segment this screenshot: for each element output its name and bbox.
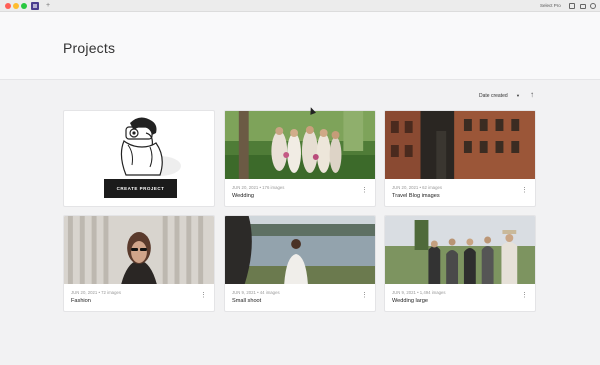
project-card-travel-blog[interactable]: JUN 20, 2021 • 62 images Travel Blog ima… [384, 110, 536, 207]
project-meta: JUN 20, 2021 • 72 images [71, 290, 121, 295]
more-options-icon[interactable]: ⋮ [521, 187, 528, 194]
more-options-icon[interactable]: ⋮ [200, 292, 207, 299]
project-meta: JUN 20, 2021 • 62 images [392, 185, 442, 190]
sort-dropdown[interactable]: Date created [479, 93, 508, 99]
zoom-window-button[interactable] [21, 3, 27, 9]
project-thumbnail [385, 216, 535, 284]
more-options-icon[interactable]: ⋮ [361, 292, 368, 299]
project-thumbnail [225, 216, 375, 284]
chevron-down-icon[interactable]: ▼ [516, 93, 520, 98]
close-window-button[interactable] [5, 3, 11, 9]
view-icon[interactable] [580, 4, 586, 9]
project-meta: JUN 20, 2021 • 176 images [232, 185, 285, 190]
project-name[interactable]: Travel Blog images [392, 193, 440, 199]
select-pro-button[interactable]: Select Pro [540, 0, 561, 12]
project-card-small-shoot[interactable]: JUN 9, 2021 • 44 images Small shoot ⋮ [224, 215, 376, 312]
project-card-wedding[interactable]: JUN 20, 2021 • 176 images Wedding ⋮ [224, 110, 376, 207]
sort-direction-icon[interactable]: ↑ [530, 90, 534, 99]
project-meta: JUN 9, 2021 • 1,494 images [392, 290, 446, 295]
project-thumbnail [385, 111, 535, 179]
project-meta: JUN 9, 2021 • 44 images [232, 290, 280, 295]
project-card-fashion[interactable]: JUN 20, 2021 • 72 images Fashion ⋮ [63, 215, 215, 312]
project-thumbnail [64, 216, 214, 284]
project-name[interactable]: Wedding large [392, 298, 428, 304]
more-options-icon[interactable]: ⋮ [521, 292, 528, 299]
sidebar-toggle-icon[interactable] [569, 3, 575, 9]
app-logo-icon [31, 2, 39, 10]
project-card-wedding-large[interactable]: JUN 9, 2021 • 1,494 images Wedding large… [384, 215, 536, 312]
new-tab-button[interactable]: + [46, 0, 50, 12]
project-thumbnail [225, 111, 375, 179]
minimize-window-button[interactable] [13, 3, 19, 9]
project-name[interactable]: Small shoot [232, 298, 261, 304]
page-title: Projects [63, 40, 116, 56]
more-options-icon[interactable]: ⋮ [361, 187, 368, 194]
project-name[interactable]: Wedding [232, 193, 254, 199]
project-name[interactable]: Fashion [71, 298, 91, 304]
create-project-card[interactable]: CREATE PROJECT [63, 110, 215, 207]
title-bar: + Select Pro [0, 0, 600, 12]
create-project-button[interactable]: CREATE PROJECT [104, 179, 177, 198]
help-icon[interactable] [590, 3, 596, 9]
